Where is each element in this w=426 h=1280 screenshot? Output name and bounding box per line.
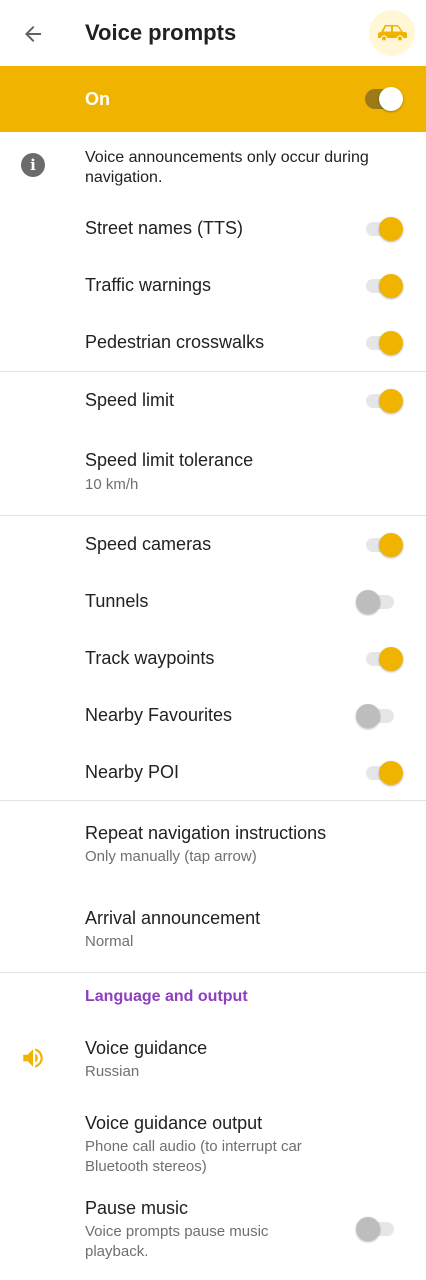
speed-cameras-label: Speed cameras [85, 534, 212, 554]
nearby-favourites-switch-thumb[interactable] [356, 704, 380, 728]
voice-guidance-label[interactable]: Voice guidance [85, 1038, 207, 1059]
pause-music-label: Pause music [85, 1198, 189, 1218]
divider [0, 800, 426, 801]
pause-music-desc-line2: playback. [85, 1243, 149, 1260]
voice-guidance-output-label[interactable]: Voice guidance output [85, 1113, 262, 1134]
divider [0, 972, 426, 973]
pause-music-desc-line1: Voice prompts pause music [85, 1223, 269, 1240]
speed-limit-tolerance-label[interactable]: Speed limit tolerance [85, 450, 253, 471]
section-header-language: Language and output [85, 988, 248, 1005]
traffic-warnings-switch-thumb[interactable] [379, 274, 403, 298]
pause-music-switch-thumb[interactable] [356, 1217, 380, 1241]
master-toggle-banner[interactable] [0, 66, 426, 132]
traffic-warnings-label: Traffic warnings [85, 275, 212, 295]
nearby-poi-label: Nearby POI [85, 762, 180, 782]
repeat-navigation-label[interactable]: Repeat navigation instructions [85, 823, 326, 844]
divider [0, 515, 426, 516]
speed-limit-switch-thumb[interactable] [379, 389, 403, 413]
master-toggle-label: On [85, 89, 110, 109]
arrow-left-icon [25, 26, 41, 42]
divider [0, 371, 426, 372]
street-names-label: Street names (TTS) [85, 218, 244, 238]
arrival-announcement-label[interactable]: Arrival announcement [85, 908, 260, 929]
track-waypoints-switch-thumb[interactable] [379, 647, 403, 671]
speed-cameras-switch-thumb[interactable] [379, 533, 403, 557]
info-icon: i [21, 153, 45, 177]
page-title: Voice prompts [85, 20, 237, 45]
voice-guidance-output-value-line1: Phone call audio (to interrupt car [85, 1138, 302, 1155]
profile-button[interactable] [369, 10, 415, 56]
back-button[interactable] [16, 17, 50, 51]
tunnels-label: Tunnels [85, 591, 149, 611]
tunnels-switch-thumb[interactable] [356, 590, 380, 614]
speed-limit-label: Speed limit [85, 390, 175, 410]
repeat-navigation-value: Only manually (tap arrow) [85, 848, 257, 865]
track-waypoints-label: Track waypoints [85, 648, 215, 668]
speaker-icon [20, 1045, 46, 1071]
nearby-poi-switch-thumb[interactable] [379, 761, 403, 785]
car-icon [378, 25, 407, 42]
voice-guidance-output-value-line2: Bluetooth stereos) [85, 1158, 207, 1175]
speed-limit-tolerance-value: 10 km/h [85, 476, 139, 493]
voice-guidance-value: Russian [85, 1063, 140, 1080]
pedestrian-crosswalks-switch-thumb[interactable] [379, 331, 403, 355]
arrival-announcement-value: Normal [85, 933, 134, 950]
info-text: Voice announcements only occur during na… [85, 149, 369, 186]
nearby-favourites-label: Nearby Favourites [85, 705, 233, 725]
street-names-switch-thumb[interactable] [379, 217, 403, 241]
master-switch-thumb[interactable] [379, 87, 403, 111]
pedestrian-crosswalks-label: Pedestrian crosswalks [85, 332, 265, 352]
